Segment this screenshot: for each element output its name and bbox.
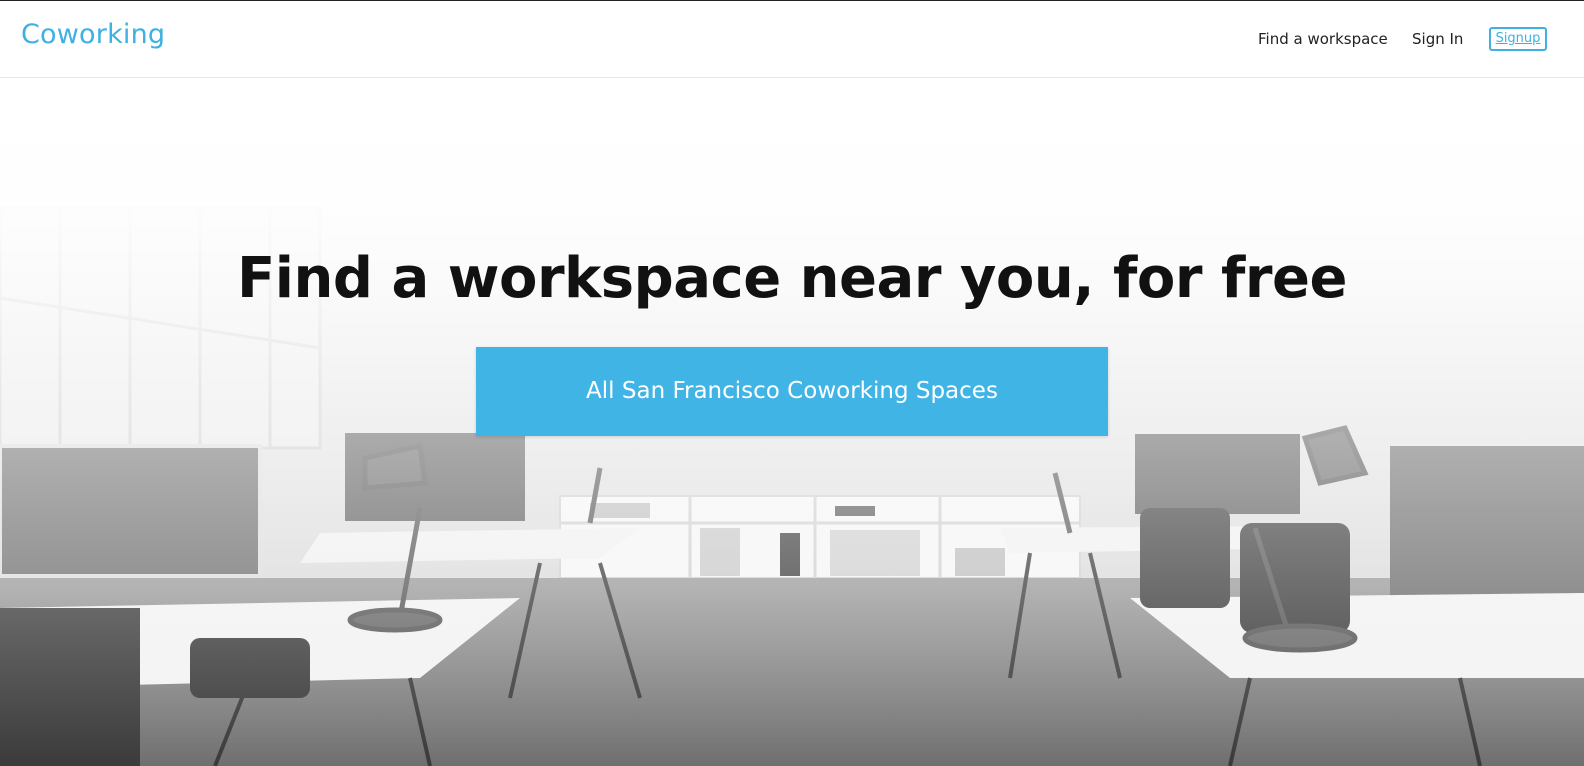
nav-signup-button[interactable]: Signup xyxy=(1489,27,1547,51)
hero-title: Find a workspace near you, for free xyxy=(237,246,1347,311)
hero-section: Find a workspace near you, for free All … xyxy=(0,78,1584,766)
nav-find-workspace[interactable]: Find a workspace xyxy=(1258,30,1388,48)
logo[interactable]: Coworking xyxy=(21,19,165,50)
all-sf-spaces-button[interactable]: All San Francisco Coworking Spaces xyxy=(476,347,1108,436)
site-header: Coworking Find a workspace Sign In Signu… xyxy=(0,1,1584,78)
nav-sign-in[interactable]: Sign In xyxy=(1412,30,1463,48)
